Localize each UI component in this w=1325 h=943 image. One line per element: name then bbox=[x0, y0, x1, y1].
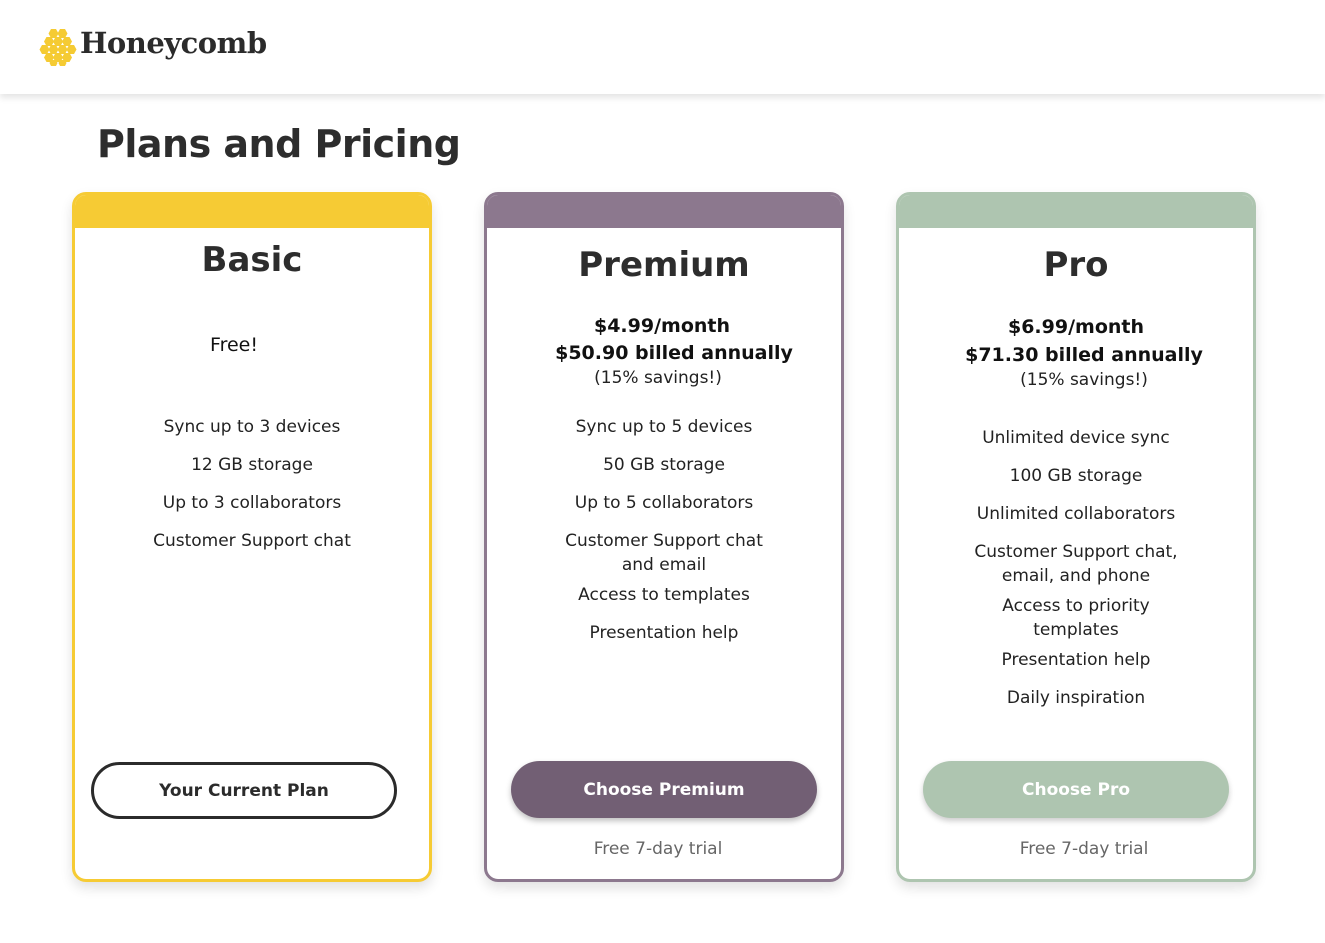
plan-feature: Up to 3 collaborators bbox=[162, 493, 342, 513]
plan-price: Free! bbox=[210, 334, 258, 356]
plan-card-header-basic bbox=[75, 195, 429, 228]
plan-feature: 50 GB storage bbox=[603, 455, 725, 475]
honeycomb-logo-icon[interactable] bbox=[38, 27, 78, 67]
free-trial-note: Free 7-day trial bbox=[1019, 839, 1149, 859]
plan-feature: Presentation help bbox=[589, 623, 739, 643]
plan-feature: Customer Support chat, email, and phone bbox=[974, 542, 1178, 586]
plan-feature: Access to templates bbox=[578, 585, 750, 605]
plan-monthly-price: $4.99/month bbox=[593, 315, 731, 337]
plan-feature: Customer Support chat bbox=[153, 531, 351, 551]
page-title: Plans and Pricing bbox=[97, 122, 461, 166]
plan-feature: 12 GB storage bbox=[191, 455, 313, 475]
choose-pro-button[interactable]: Choose Pro bbox=[923, 761, 1229, 818]
plan-name: Premium bbox=[578, 245, 750, 285]
plan-feature: Presentation help bbox=[1001, 650, 1151, 670]
plan-monthly-price: $6.99/month bbox=[1007, 316, 1145, 338]
plan-feature: Access to priority templates bbox=[1002, 596, 1150, 640]
free-trial-note: Free 7-day trial bbox=[593, 839, 723, 859]
plan-feature: Up to 5 collaborators bbox=[574, 493, 754, 513]
choose-premium-button[interactable]: Choose Premium bbox=[511, 761, 817, 818]
plan-name: Pro bbox=[1043, 245, 1109, 285]
plan-feature: 100 GB storage bbox=[1009, 466, 1143, 486]
current-plan-button[interactable]: Your Current Plan bbox=[91, 762, 397, 819]
top-bar: Honeycomb bbox=[0, 0, 1325, 94]
plan-annual-price: $71.30 billed annually bbox=[965, 344, 1203, 366]
plan-card-header-premium bbox=[487, 195, 841, 228]
plan-feature: Daily inspiration bbox=[1006, 688, 1146, 708]
plan-feature: Sync up to 3 devices bbox=[163, 417, 341, 437]
brand-name[interactable]: Honeycomb bbox=[80, 26, 267, 60]
plan-feature: Unlimited collaborators bbox=[976, 504, 1176, 524]
plan-card-pro: Pro $6.99/month $71.30 billed annually (… bbox=[896, 192, 1256, 882]
plan-savings: (15% savings!) bbox=[1020, 370, 1148, 390]
plan-card-premium: Premium $4.99/month $50.90 billed annual… bbox=[484, 192, 844, 882]
plan-feature: Customer Support chat and email bbox=[565, 531, 763, 575]
plan-card-header-pro bbox=[899, 195, 1253, 228]
plan-annual-price: $50.90 billed annually bbox=[555, 342, 793, 364]
plan-savings: (15% savings!) bbox=[594, 368, 722, 388]
plan-name: Basic bbox=[201, 240, 303, 280]
plan-card-basic: Basic Free! Sync up to 3 devices 12 GB s… bbox=[72, 192, 432, 882]
plan-feature: Sync up to 5 devices bbox=[575, 417, 753, 437]
plan-feature: Unlimited device sync bbox=[982, 428, 1170, 448]
